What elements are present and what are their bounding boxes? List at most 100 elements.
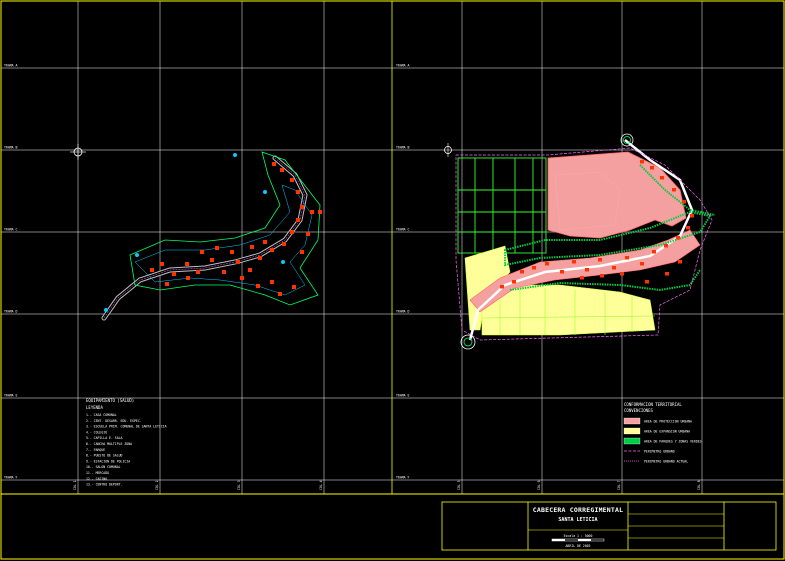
grid-col-label: COL 5 <box>457 480 461 490</box>
building-block <box>672 188 676 192</box>
left-legend-item: 5.- CAPILLA E. SALA <box>86 436 123 440</box>
building-block <box>292 285 296 289</box>
equipment-marker <box>104 308 108 312</box>
drawing-date: ABRIL DE 2003 <box>566 544 591 548</box>
building-block <box>598 258 602 262</box>
equipment-marker <box>233 153 237 157</box>
left-legend-item: 12.- CASINO <box>86 477 107 481</box>
left-legend-item: 11.- MERCADO <box>86 471 109 475</box>
building-block <box>222 270 226 274</box>
right-legend-item: AREA DE PARQUES Y ZONAS VERDES <box>644 440 702 444</box>
building-block <box>210 258 214 262</box>
building-block <box>665 272 669 276</box>
building-block <box>572 260 576 264</box>
drawing-scale: Escala 1 : 5000 <box>564 534 593 538</box>
grid-row-label: TRAMA C <box>4 228 18 232</box>
building-block <box>290 178 294 182</box>
left-legend-item: 10.- SALON COMUNAL <box>86 465 121 469</box>
building-block <box>270 248 274 252</box>
grid-col-label: COL 6 <box>537 480 541 490</box>
building-block <box>640 160 644 164</box>
building-block <box>150 268 154 272</box>
building-block <box>248 268 252 272</box>
building-block <box>686 226 690 230</box>
building-block <box>625 256 629 260</box>
building-block <box>263 240 267 244</box>
building-block <box>160 262 164 266</box>
grid-row-label: TRAMA D <box>396 310 410 314</box>
building-block <box>660 176 664 180</box>
grid-col-label: COL 3 <box>237 480 241 490</box>
left-legend-item: 3.- ESCUELA PRIM. COMUNAL DE SANTA LETIC… <box>86 425 167 429</box>
building-block <box>682 200 686 204</box>
building-block <box>278 292 282 296</box>
equipment-marker <box>263 190 267 194</box>
building-block <box>200 250 204 254</box>
building-block <box>230 250 234 254</box>
building-block <box>318 210 322 214</box>
grid-row-label: TRAMA A <box>396 64 410 68</box>
building-block <box>532 266 536 270</box>
left-legend-item: 8.- PUESTO DE SALUD <box>86 454 123 458</box>
building-block <box>280 168 284 172</box>
drawing-background <box>0 0 785 561</box>
grid-col-label: COL 1 <box>73 480 77 490</box>
building-block <box>282 242 286 246</box>
left-legend-title: EQUIPAMIENTO (SALUD) <box>86 398 134 403</box>
building-block <box>676 236 680 240</box>
building-block <box>690 214 694 218</box>
grid-row-label: TRAMA D <box>4 310 18 314</box>
building-block <box>620 272 624 276</box>
building-block <box>185 262 189 266</box>
building-block <box>172 272 176 276</box>
grid-row-label: TRAMA F <box>396 476 410 480</box>
legend-swatch <box>623 417 641 425</box>
grid-row-label: TRAMA C <box>396 228 410 232</box>
building-block <box>650 166 654 170</box>
building-block <box>678 260 682 264</box>
building-block <box>664 244 668 248</box>
building-block <box>236 260 240 264</box>
building-block <box>270 280 274 284</box>
building-block <box>296 190 300 194</box>
left-legend-item: 13.- CENTRO DEPORT. <box>86 483 123 487</box>
building-block <box>256 284 260 288</box>
right-legend-title: CONFORMACION TERRITORIAL <box>624 402 682 407</box>
building-block <box>196 270 200 274</box>
grid-row-label: TRAMA A <box>4 64 18 68</box>
grid-row-label: TRAMA E <box>396 394 410 398</box>
grid-row-label: TRAMA B <box>396 146 410 150</box>
grid-row-label: TRAMA E <box>4 394 18 398</box>
drawing-subtitle: SANTA LETICIA <box>558 517 597 523</box>
left-legend-item: 6.- CANCHA MULTIPLE ZONA <box>86 442 132 446</box>
building-block <box>250 245 254 249</box>
left-legend-item: 4.- COLEGIO <box>86 430 107 434</box>
right-legend-item: PERIMETRO URBANO <box>644 450 675 454</box>
building-block <box>612 266 616 270</box>
building-block <box>560 270 564 274</box>
equipment-marker <box>281 260 285 264</box>
left-legend-subtitle: LEYENDA <box>86 405 103 410</box>
building-block <box>186 276 190 280</box>
right-legend-item: PERIMETRO URBANO ACTUAL <box>644 460 688 464</box>
grid-col-label: COL 7 <box>617 480 621 490</box>
cad-drawing-sheet: COL 1 COL 2 COL 3 COL 4 COL 5 COL 6 COL 7 COL 8… <box>0 0 785 561</box>
building-block <box>645 280 649 284</box>
grid-col-label: COL 4 <box>319 480 323 490</box>
right-legend-subtitle: CONVENCIONES <box>624 408 653 413</box>
building-block <box>215 246 219 250</box>
grid-col-label: COL 8 <box>697 480 701 490</box>
building-block <box>165 282 169 286</box>
building-block <box>310 210 314 214</box>
building-block <box>640 262 644 266</box>
building-block <box>296 218 300 222</box>
building-block <box>500 285 504 289</box>
building-block <box>652 250 656 254</box>
left-legend-item: 2.- CENT. DESARR. EDU. ESPEC. <box>86 419 142 423</box>
left-legend-item: 9.- ESTACION DE POLICIA <box>86 459 130 463</box>
building-block <box>600 274 604 278</box>
building-block <box>545 262 549 266</box>
right-legend-item: AREA DE EXPANSION URBANA <box>644 430 690 434</box>
grid-row-label: TRAMA B <box>4 146 18 150</box>
building-block <box>300 250 304 254</box>
